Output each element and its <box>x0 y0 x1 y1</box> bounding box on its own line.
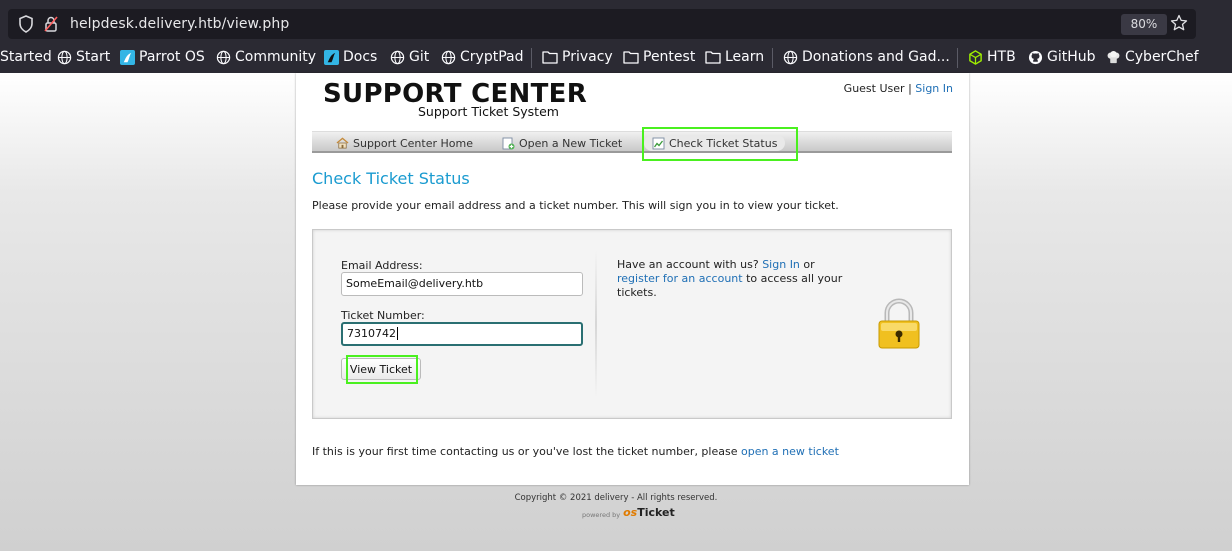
check-status-form: Email Address: SomeEmail@delivery.htb Ti… <box>312 229 952 419</box>
parrot-icon <box>120 49 135 65</box>
folder-icon <box>623 51 639 64</box>
ticket-number-label: Ticket Number: <box>341 309 425 322</box>
sign-in-link[interactable]: Sign In <box>915 82 953 95</box>
text-cursor <box>397 327 398 340</box>
bookmark-star-icon[interactable] <box>1170 14 1188 36</box>
bookmark-docs[interactable]: Docs <box>324 49 377 65</box>
bookmark-folder-privacy[interactable]: Privacy <box>542 49 613 65</box>
page-viewport: SUPPORT CENTER Support Ticket System Gue… <box>0 73 1232 551</box>
bookmark-folder-learn[interactable]: Learn <box>705 49 764 65</box>
bookmark-community[interactable]: Community <box>216 49 316 65</box>
bookmark-separator <box>531 48 532 68</box>
copyright-text: Copyright © 2021 delivery - All rights r… <box>514 493 718 503</box>
user-bar: Guest User | Sign In <box>844 82 953 95</box>
github-icon <box>1028 50 1043 64</box>
folder-icon <box>542 51 558 64</box>
address-bar[interactable]: helpdesk.delivery.htb/view.php 80% <box>8 9 1196 39</box>
osticket-logo: osTicket <box>623 506 675 519</box>
intro-text: Please provide your email address and a … <box>312 199 839 212</box>
globe-icon <box>783 50 798 64</box>
ticket-number-field[interactable]: 7310742 <box>341 322 583 346</box>
register-link[interactable]: register for an account <box>617 272 743 285</box>
highlight-check-ticket-status <box>642 127 798 161</box>
powered-by-osticket[interactable]: powered by osTicket <box>582 506 675 519</box>
email-label: Email Address: <box>341 259 423 272</box>
first-time-note: If this is your first time contacting us… <box>312 445 839 458</box>
bookmark-htb[interactable]: HTB <box>968 49 1016 65</box>
globe-icon <box>390 50 405 64</box>
globe-icon <box>216 50 231 64</box>
bookmark-parrot-os[interactable]: Parrot OS <box>120 49 205 65</box>
side-sign-in-link[interactable]: Sign In <box>762 258 800 271</box>
bookmark-cyberchef[interactable]: CyberChef <box>1106 49 1199 65</box>
url-text[interactable]: helpdesk.delivery.htb/view.php <box>70 16 289 32</box>
open-new-ticket-link[interactable]: open a new ticket <box>741 445 839 458</box>
bookmark-git[interactable]: Git <box>390 49 429 65</box>
bookmark-donations[interactable]: Donations and Gad... <box>783 49 950 65</box>
nav-support-center-home[interactable]: Support Center Home <box>332 135 477 151</box>
zoom-level-badge[interactable]: 80% <box>1121 14 1167 35</box>
new-ticket-icon <box>502 137 515 149</box>
insecure-lock-icon[interactable] <box>44 15 58 37</box>
bookmark-started[interactable]: Started <box>0 49 52 65</box>
htb-cube-icon <box>969 49 982 65</box>
page-title: Check Ticket Status <box>312 169 470 188</box>
nav-open-new-ticket[interactable]: Open a New Ticket <box>498 135 626 151</box>
shield-icon[interactable] <box>18 15 34 37</box>
bookmark-separator <box>772 48 773 68</box>
globe-icon <box>441 50 456 64</box>
main-nav: Support Center Home Open a New Ticket Ch… <box>312 131 952 153</box>
bookmark-cryptpad[interactable]: CryptPad <box>441 49 523 65</box>
account-info: Have an account with us? Sign In or regi… <box>617 258 843 299</box>
lock-icon <box>877 298 921 354</box>
parrot-docs-icon <box>324 49 339 65</box>
guest-user-label: Guest User <box>843 82 905 95</box>
chef-hat-icon <box>1107 50 1120 63</box>
home-icon <box>336 137 349 149</box>
folder-icon <box>705 51 721 64</box>
address-bar-row: helpdesk.delivery.htb/view.php 80% <box>0 6 1232 42</box>
logo-subtitle: Support Ticket System <box>418 104 559 119</box>
bookmark-folder-pentest[interactable]: Pentest <box>623 49 695 65</box>
bookmarks-toolbar: Started Start Parrot OS Community Docs G… <box>0 42 1232 73</box>
support-center-container: SUPPORT CENTER Support Ticket System Gue… <box>296 73 969 485</box>
globe-icon <box>57 50 72 64</box>
powered-by-label: powered by <box>582 511 621 519</box>
bookmark-separator <box>957 48 958 68</box>
user-bar-separator: | <box>908 82 912 95</box>
email-field[interactable]: SomeEmail@delivery.htb <box>341 272 583 296</box>
form-divider <box>595 250 597 398</box>
highlight-view-ticket <box>346 355 418 384</box>
bookmark-start[interactable]: Start <box>57 49 110 65</box>
bookmark-github[interactable]: GitHub <box>1028 49 1096 65</box>
